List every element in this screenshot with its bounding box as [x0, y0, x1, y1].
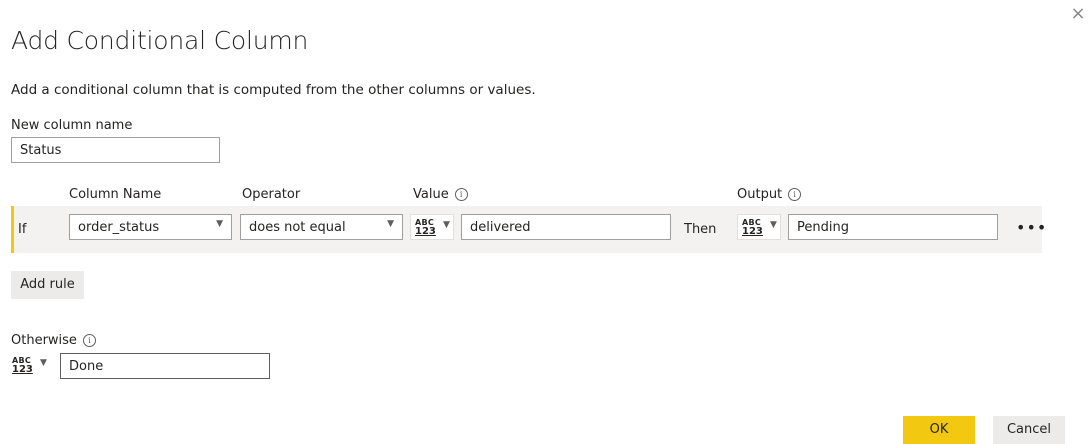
close-icon[interactable]: ×: [1068, 4, 1088, 24]
value-input[interactable]: [461, 214, 671, 240]
value-type-button[interactable]: ABC 123 ▼: [410, 214, 454, 240]
column-name-header: Column Name: [69, 187, 162, 202]
any-type-icon-bottom: 123: [12, 364, 33, 375]
info-icon[interactable]: i: [788, 188, 802, 201]
otherwise-label-text: Otherwise: [11, 333, 77, 348]
column-name-value: order_status: [78, 220, 160, 235]
value-header-label: Value: [413, 187, 449, 202]
any-type-icon-bottom: 123: [415, 226, 436, 237]
new-column-name-label: New column name: [11, 118, 133, 133]
any-type-icon-bottom: 123: [742, 226, 763, 237]
output-type-button[interactable]: ABC 123 ▼: [737, 214, 781, 240]
dialog-title: Add Conditional Column: [11, 26, 309, 55]
dialog-description: Add a conditional column that is compute…: [11, 82, 536, 98]
chevron-down-icon: ▼: [770, 220, 777, 230]
info-icon[interactable]: i: [454, 188, 468, 201]
ok-button[interactable]: OK: [903, 416, 975, 444]
otherwise-type-button[interactable]: ABC 123 ▼: [8, 353, 52, 379]
cancel-button[interactable]: Cancel: [993, 416, 1065, 444]
chevron-down-icon: ▼: [443, 220, 450, 230]
otherwise-input[interactable]: [60, 353, 270, 379]
operator-dropdown[interactable]: does not equal ▼: [240, 214, 403, 240]
chevron-down-icon: ▼: [216, 219, 223, 229]
output-input[interactable]: [788, 214, 998, 240]
ellipsis-icon[interactable]: •••: [1016, 218, 1047, 237]
value-header: Value i: [413, 187, 468, 202]
operator-value: does not equal: [249, 220, 346, 235]
info-icon[interactable]: i: [82, 334, 96, 347]
column-name-dropdown[interactable]: order_status ▼: [69, 214, 232, 240]
rule-row-accent: [11, 206, 14, 253]
output-header-label: Output: [737, 187, 783, 202]
chevron-down-icon: ▼: [40, 358, 47, 368]
then-label: Then: [684, 222, 717, 237]
chevron-down-icon: ▼: [387, 219, 394, 229]
new-column-name-input[interactable]: [11, 137, 220, 163]
if-label: If: [18, 222, 27, 237]
operator-header: Operator: [242, 187, 301, 202]
output-header: Output i: [737, 187, 802, 202]
otherwise-label: Otherwise i: [11, 333, 96, 348]
add-rule-button[interactable]: Add rule: [11, 271, 84, 299]
